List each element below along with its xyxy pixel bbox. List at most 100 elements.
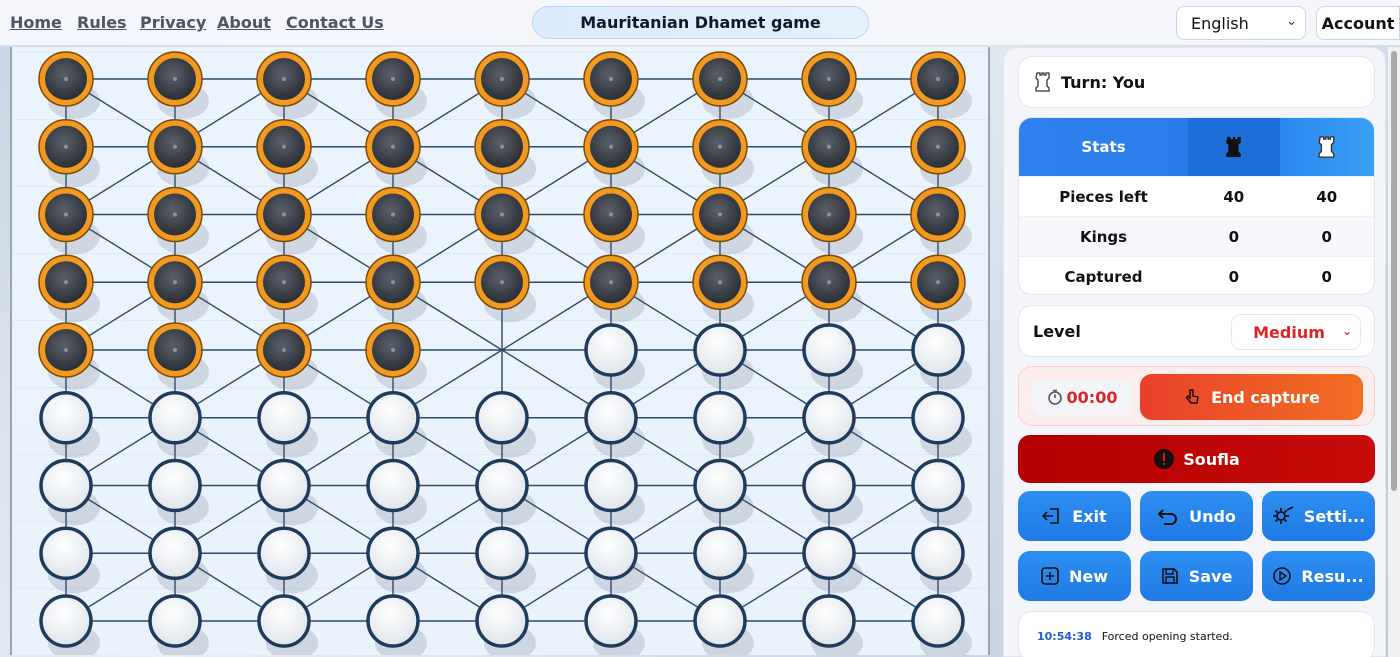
white-piece[interactable]: [257, 526, 318, 594]
black-piece[interactable]: [583, 186, 645, 255]
black-piece[interactable]: [910, 119, 972, 187]
piece-center: [282, 144, 286, 149]
end-capture-button[interactable]: End capture: [1140, 374, 1363, 420]
white-piece[interactable]: [257, 391, 318, 458]
black-piece[interactable]: [583, 254, 645, 323]
white-piece[interactable]: [475, 526, 536, 594]
turn-indicator: Turn: You: [1018, 56, 1375, 108]
black-piece[interactable]: [692, 119, 754, 187]
white-piece[interactable]: [584, 594, 645, 655]
page-scrollbar[interactable]: [1388, 47, 1400, 657]
black-piece[interactable]: [256, 119, 318, 187]
black-piece[interactable]: [147, 186, 209, 255]
account-button[interactable]: Account: [1316, 6, 1400, 40]
black-piece[interactable]: [583, 51, 645, 119]
language-select[interactable]: English ⌄: [1176, 6, 1306, 40]
nav-contact-link[interactable]: Contact Us: [286, 13, 384, 32]
black-piece[interactable]: [256, 322, 318, 390]
stats-black-value: 40: [1223, 187, 1245, 206]
piece-body: [802, 594, 856, 648]
save-button[interactable]: Save: [1140, 551, 1253, 601]
turn-text: Turn: You: [1061, 72, 1146, 92]
white-piece[interactable]: [366, 458, 427, 526]
black-piece[interactable]: [910, 186, 972, 255]
level-select[interactable]: Medium ⌄: [1231, 314, 1361, 350]
black-piece[interactable]: [38, 51, 100, 119]
black-piece[interactable]: [256, 51, 318, 119]
black-piece[interactable]: [38, 322, 100, 390]
black-piece[interactable]: [38, 254, 100, 323]
new-label: New: [1068, 566, 1109, 586]
white-piece[interactable]: [584, 323, 645, 390]
piece-body: [257, 526, 311, 580]
white-piece[interactable]: [802, 458, 863, 526]
black-piece[interactable]: [365, 186, 427, 255]
piece-center: [827, 280, 831, 285]
save-icon: [1161, 568, 1178, 584]
black-piece[interactable]: [147, 254, 209, 323]
piece-body: [257, 594, 311, 648]
black-piece[interactable]: [474, 186, 536, 255]
black-piece[interactable]: [692, 186, 754, 255]
pieces[interactable]: [38, 51, 972, 655]
level-card: Level Medium ⌄: [1018, 305, 1375, 357]
exit-button[interactable]: Exit: [1018, 491, 1131, 541]
soufla-button[interactable]: Soufla: [1018, 435, 1375, 483]
black-piece[interactable]: [365, 322, 427, 390]
white-piece[interactable]: [366, 594, 427, 655]
black-piece[interactable]: [365, 254, 427, 323]
undo-button[interactable]: Undo: [1140, 491, 1253, 541]
black-piece[interactable]: [801, 119, 863, 187]
black-piece[interactable]: [801, 254, 863, 323]
piece-body: [366, 458, 420, 513]
black-piece[interactable]: [474, 119, 536, 187]
black-piece[interactable]: [801, 186, 863, 255]
black-piece[interactable]: [474, 51, 536, 119]
board-svg[interactable]: [12, 47, 990, 655]
black-piece[interactable]: [692, 254, 754, 323]
nav-home-link[interactable]: Home: [10, 13, 62, 32]
black-piece[interactable]: [692, 51, 754, 119]
white-piece[interactable]: [911, 458, 972, 526]
log-message: Forced opening started.: [1101, 629, 1233, 643]
white-piece[interactable]: [148, 458, 209, 526]
white-piece[interactable]: [475, 391, 536, 458]
nav-about-link[interactable]: About: [217, 13, 271, 32]
black-piece[interactable]: [365, 119, 427, 187]
piece-body: [39, 391, 93, 445]
black-piece[interactable]: [256, 186, 318, 255]
black-piece[interactable]: [147, 51, 209, 119]
black-piece[interactable]: [147, 322, 209, 390]
piece-center: [827, 212, 831, 217]
game-board[interactable]: [10, 47, 990, 655]
black-piece[interactable]: [38, 119, 100, 187]
black-piece[interactable]: [583, 119, 645, 187]
nav-privacy-link[interactable]: Privacy: [140, 13, 206, 32]
black-piece[interactable]: [474, 254, 536, 323]
white-piece[interactable]: [802, 594, 863, 655]
white-piece[interactable]: [911, 594, 972, 655]
white-piece[interactable]: [39, 391, 100, 458]
new-game-button[interactable]: New: [1018, 551, 1131, 601]
black-piece[interactable]: [365, 51, 427, 119]
white-piece[interactable]: [911, 391, 972, 458]
nav-rules-link[interactable]: Rules: [77, 13, 127, 32]
settings-button[interactable]: Setti...: [1262, 491, 1375, 541]
white-piece[interactable]: [911, 323, 972, 390]
white-piece[interactable]: [693, 526, 754, 594]
white-piece[interactable]: [584, 458, 645, 526]
black-piece[interactable]: [38, 186, 100, 255]
black-piece[interactable]: [801, 51, 863, 119]
white-piece[interactable]: [39, 526, 100, 594]
white-piece[interactable]: [911, 526, 972, 594]
white-piece[interactable]: [148, 594, 209, 655]
resume-button[interactable]: Resu...: [1262, 551, 1375, 601]
scrollbar-thumb[interactable]: [1391, 51, 1397, 491]
black-piece[interactable]: [910, 51, 972, 119]
black-piece[interactable]: [256, 254, 318, 323]
white-piece[interactable]: [802, 323, 863, 390]
black-piece[interactable]: [147, 119, 209, 187]
black-piece[interactable]: [910, 254, 972, 323]
white-piece[interactable]: [693, 391, 754, 458]
piece-center: [391, 348, 395, 352]
